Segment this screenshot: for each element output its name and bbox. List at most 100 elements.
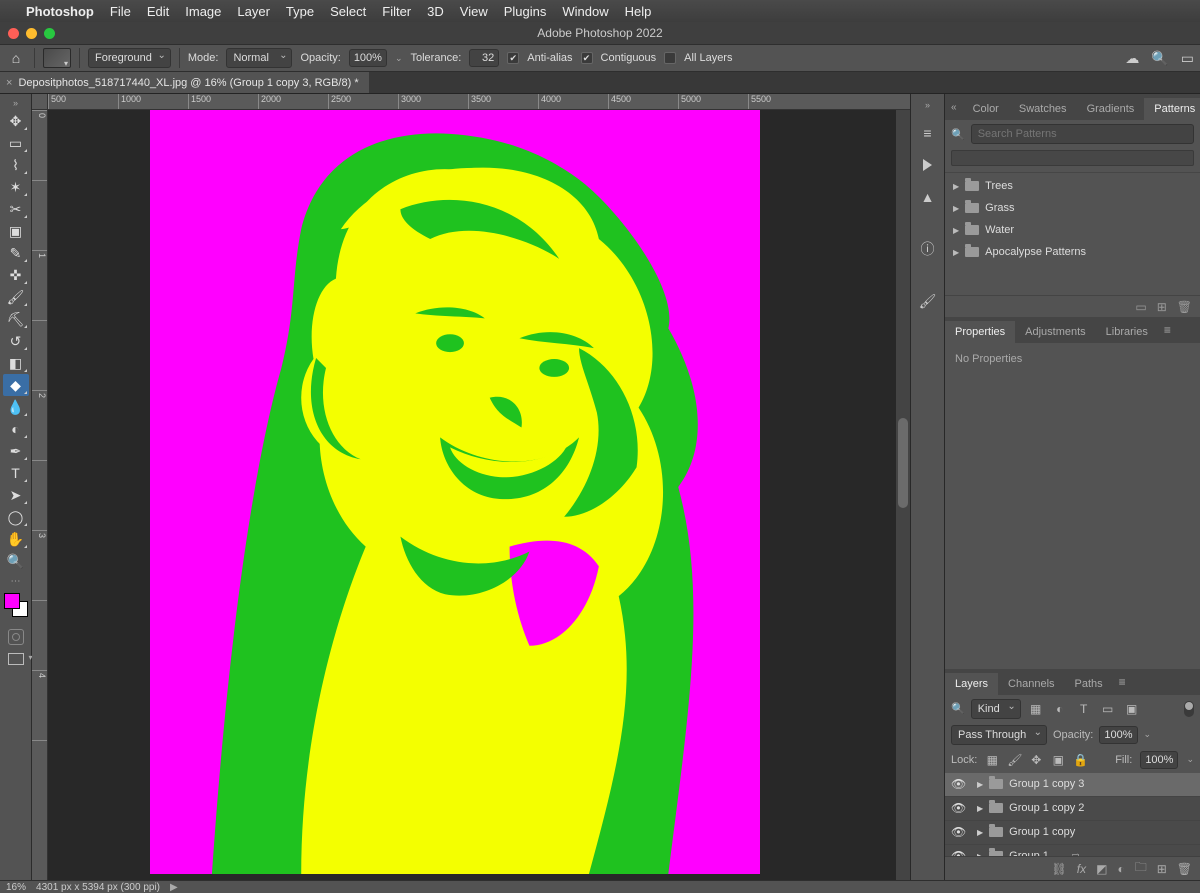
layer-name[interactable]: Group 1 copy 3 [1009, 778, 1084, 790]
tool-preset-picker[interactable] [43, 48, 71, 68]
menu-edit[interactable]: Edit [147, 4, 169, 19]
visibility-icon[interactable]: 👁 [951, 849, 965, 856]
eyedropper-tool[interactable]: ✎ [3, 242, 29, 264]
pattern-group[interactable]: ▶Trees [945, 175, 1200, 197]
tab-swatches[interactable]: Swatches [1009, 98, 1077, 120]
eraser-tool[interactable]: ◧ [3, 352, 29, 374]
antialias-checkbox[interactable] [507, 52, 519, 64]
doc-info-flyout-icon[interactable]: ▶ [170, 882, 178, 893]
layer-name[interactable]: Group 1 copy [1009, 826, 1075, 838]
new-group-icon[interactable]: 🗀 [1135, 858, 1147, 879]
blend-mode-select[interactable]: Normal [226, 48, 292, 68]
layer-opacity-input[interactable]: 100% [1099, 726, 1137, 744]
lasso-tool[interactable]: ⌇ [3, 154, 29, 176]
history-icon[interactable]: ▲ [915, 184, 941, 210]
doc-info[interactable]: 4301 px x 5394 px (300 ppi) [36, 882, 160, 893]
minimize-window-icon[interactable] [26, 28, 37, 39]
pattern-group[interactable]: ▶Apocalypse Patterns [945, 241, 1200, 263]
edit-toolbar-icon[interactable]: ⋯ [11, 576, 21, 587]
ruler-origin[interactable] [32, 94, 48, 110]
app-name[interactable]: Photoshop [26, 4, 94, 19]
type-tool[interactable]: T [3, 462, 29, 484]
document-tab[interactable]: × Depositphotos_518717440_XL.jpg @ 16% (… [0, 72, 369, 93]
new-layer-icon[interactable]: ⊞ [1157, 862, 1167, 876]
tab-properties[interactable]: Properties [945, 321, 1015, 343]
expand-dock-icon[interactable]: » [925, 100, 930, 110]
filter-toggle[interactable] [1184, 701, 1194, 717]
ruler-horizontal[interactable]: 500 1000 1500 2000 2500 3000 3500 4000 4… [48, 94, 910, 110]
tab-paths[interactable]: Paths [1065, 673, 1113, 695]
panel-menu-icon[interactable]: ≡ [1158, 323, 1177, 337]
layer-row[interactable]: 👁 ▶ Group 1 [945, 845, 1200, 857]
tab-libraries[interactable]: Libraries [1096, 321, 1158, 343]
dodge-tool[interactable]: ◐ [3, 418, 29, 440]
tab-adjustments[interactable]: Adjustments [1015, 321, 1096, 343]
filter-search-icon[interactable]: 🔍 [951, 702, 965, 715]
zoom-level[interactable]: 16% [6, 882, 26, 893]
opacity-input[interactable]: 100% [349, 49, 387, 67]
workspace-switcher-icon[interactable]: ▭ [1181, 50, 1194, 67]
opacity-flyout-icon[interactable]: ⌄ [1144, 729, 1152, 740]
brush-tool[interactable]: 🖌 [3, 286, 29, 308]
search-app-icon[interactable]: 🔍 [1151, 50, 1168, 67]
fill-flyout-icon[interactable]: ⌄ [1186, 754, 1194, 765]
tab-patterns[interactable]: Patterns [1144, 98, 1200, 120]
delete-pattern-icon[interactable]: 🗑 [1177, 300, 1192, 314]
delete-layer-icon[interactable]: 🗑 [1177, 862, 1192, 876]
scrollbar-thumb[interactable] [898, 418, 908, 508]
layer-blend-mode[interactable]: Pass Through [951, 725, 1047, 745]
menu-help[interactable]: Help [625, 4, 652, 19]
menu-view[interactable]: View [460, 4, 488, 19]
chevron-right-icon[interactable]: ▶ [977, 804, 983, 813]
marquee-tool[interactable]: ▭ [3, 132, 29, 154]
filter-smart-icon[interactable]: ▣ [1123, 702, 1141, 716]
visibility-icon[interactable]: 👁 [951, 801, 965, 815]
foreground-color-icon[interactable] [4, 593, 20, 609]
filter-pixel-icon[interactable]: ▦ [1027, 702, 1045, 716]
patterns-search-input[interactable] [971, 124, 1194, 144]
hand-tool[interactable]: ✋ [3, 528, 29, 550]
object-selection-tool[interactable]: ✶ [3, 176, 29, 198]
close-window-icon[interactable] [8, 28, 19, 39]
lock-artboard-icon[interactable]: ▣ [1051, 753, 1065, 767]
new-pattern-icon[interactable]: ⊞ [1157, 300, 1167, 314]
ruler-vertical[interactable]: 0 1 2 3 4 [32, 110, 48, 880]
filter-shape-icon[interactable]: ▭ [1099, 702, 1117, 716]
tolerance-input[interactable]: 32 [469, 49, 499, 67]
fill-source-select[interactable]: Foreground [88, 48, 171, 68]
collapse-panel-icon[interactable]: « [945, 102, 963, 113]
menu-type[interactable]: Type [286, 4, 314, 19]
maximize-window-icon[interactable] [44, 28, 55, 39]
chevron-right-icon[interactable]: ▶ [977, 780, 983, 789]
contiguous-checkbox[interactable] [581, 52, 593, 64]
panel-menu-icon[interactable]: ≡ [1113, 675, 1132, 689]
pen-tool[interactable]: ✒ [3, 440, 29, 462]
lock-pixels-icon[interactable]: 🖌 [1007, 753, 1021, 767]
lock-position-icon[interactable]: ✥ [1029, 753, 1043, 767]
document-canvas[interactable] [150, 110, 760, 874]
collapse-tools-icon[interactable]: » [13, 98, 18, 108]
layer-name[interactable]: Group 1 [1009, 850, 1049, 856]
menu-plugins[interactable]: Plugins [504, 4, 547, 19]
menu-layer[interactable]: Layer [237, 4, 270, 19]
layer-mask-icon[interactable]: ◩ [1096, 862, 1107, 876]
layer-row[interactable]: 👁 ▶ Group 1 copy 2 [945, 797, 1200, 821]
brush-presets-icon[interactable]: 🖌 [915, 288, 941, 314]
visibility-icon[interactable]: 👁 [951, 825, 965, 839]
all-layers-checkbox[interactable] [664, 52, 676, 64]
menu-filter[interactable]: Filter [382, 4, 411, 19]
link-layers-icon[interactable]: ⛓ [1052, 862, 1067, 876]
menu-image[interactable]: Image [185, 4, 221, 19]
frame-tool[interactable]: ▣ [3, 220, 29, 242]
add-to-library-icon[interactable]: ▭ [1135, 300, 1146, 314]
zoom-tool[interactable]: 🔍 [3, 550, 29, 572]
filter-adjust-icon[interactable]: ◐ [1051, 702, 1069, 716]
tab-color[interactable]: Color [963, 98, 1009, 120]
tab-channels[interactable]: Channels [998, 673, 1064, 695]
layer-fill-input[interactable]: 100% [1140, 751, 1178, 769]
lock-transparency-icon[interactable]: ▦ [985, 753, 999, 767]
pattern-preview-strip[interactable] [951, 150, 1194, 166]
menu-3d[interactable]: 3D [427, 4, 444, 19]
chevron-right-icon[interactable]: ▶ [977, 828, 983, 837]
filter-type-icon[interactable]: T [1075, 702, 1093, 716]
